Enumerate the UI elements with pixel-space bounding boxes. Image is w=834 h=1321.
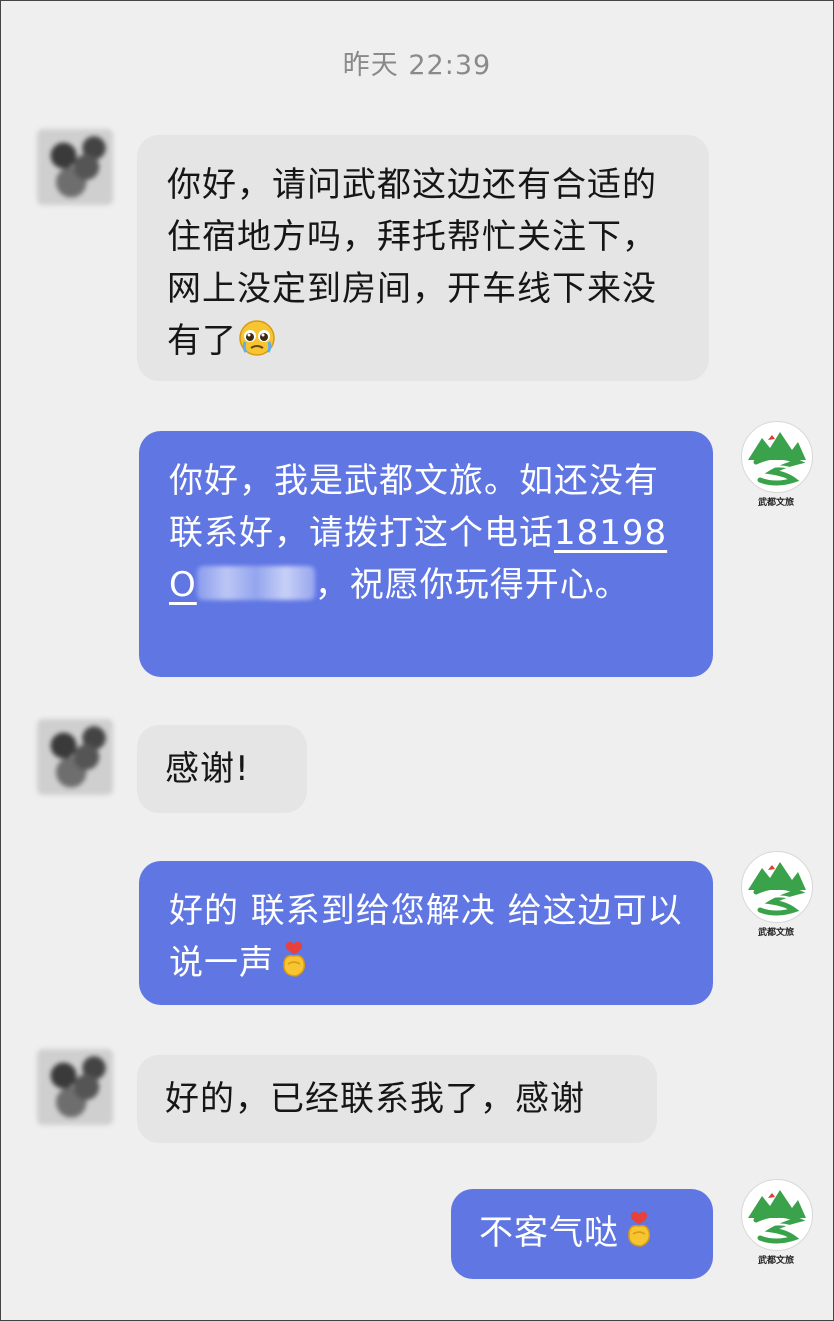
finger-heart-icon [274, 940, 314, 980]
message-bubble-incoming[interactable]: 好的，已经联系我了，感谢 [137, 1055, 657, 1143]
wudu-tourism-avatar[interactable]: 武都文旅 [741, 421, 813, 513]
wudu-tourism-avatar[interactable]: 武都文旅 [741, 851, 813, 943]
message-text-end: ，祝愿你玩得开心。 [314, 565, 630, 605]
message-timestamp: 昨天 22:39 [342, 50, 492, 81]
wudu-tourism-caption: 武都文旅 [757, 498, 794, 508]
message-bubble-outgoing[interactable]: 好的 联系到给您解决 给这边可以说一声 [139, 861, 713, 1005]
message-bubble-outgoing[interactable]: 不客气哒 [451, 1189, 713, 1279]
wudu-tourism-caption: 武都文旅 [757, 1256, 794, 1266]
message-bubble-incoming[interactable]: 感谢! [137, 725, 307, 813]
user-avatar[interactable] [37, 1049, 113, 1125]
phone-number-mask [196, 566, 315, 600]
message-text: 好的，已经联系我了，感谢 [165, 1079, 585, 1119]
user-avatar[interactable] [37, 129, 113, 205]
wudu-tourism-logo-icon [741, 421, 813, 493]
message-text: 好的 联系到给您解决 给这边可以说一声 [169, 891, 683, 983]
wudu-tourism-avatar[interactable]: 武都文旅 [741, 1179, 813, 1271]
wudu-tourism-logo-icon [741, 851, 813, 923]
message-text: 感谢! [165, 749, 250, 789]
wudu-tourism-logo-icon [741, 1179, 813, 1251]
finger-heart-icon [619, 1210, 659, 1250]
chat-screen: 昨天 22:39 你好，请问武都这边还有合适的住宿地方吗，拜托帮忙关注下，网上没… [0, 0, 834, 1321]
message-bubble-outgoing[interactable]: 你好，我是武都文旅。如还没有联系好，请拨打这个电话18198O ，祝愿你玩得开心。 [139, 431, 713, 677]
wudu-tourism-caption: 武都文旅 [757, 928, 794, 938]
user-avatar[interactable] [37, 719, 113, 795]
pleading-face-icon [237, 318, 277, 358]
message-bubble-incoming[interactable]: 你好，请问武都这边还有合适的住宿地方吗，拜托帮忙关注下，网上没定到房间，开车线下… [137, 135, 709, 381]
message-text: 不客气哒 [479, 1213, 619, 1253]
